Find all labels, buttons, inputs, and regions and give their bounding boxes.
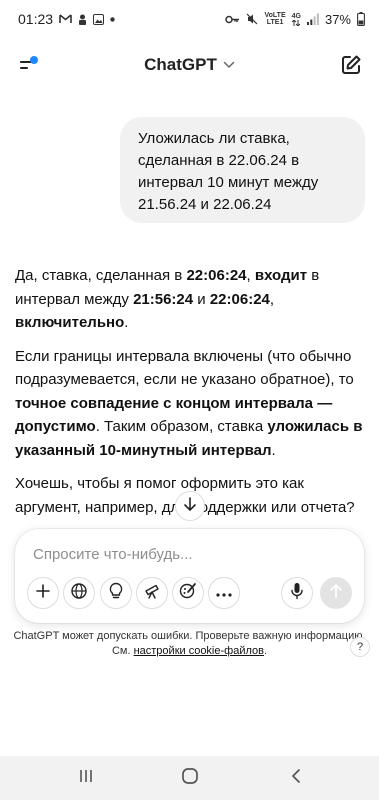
bold-span: 22:06:24 [209,290,270,308]
recents-button[interactable] [76,768,96,788]
mic-icon [290,582,304,605]
bold-span: 21:56:24 [133,290,194,308]
new-chat-button[interactable] [339,53,363,77]
battery-icon [357,12,365,26]
deep-research-button[interactable] [136,577,168,609]
disclaimer-prefix: См. [111,645,134,657]
gallery-icon [93,13,105,25]
paintbrush-icon [179,582,197,605]
recents-icon [78,768,94,789]
disclaimer-line-1: ChatGPT может допускать ошибки. Проверьт… [13,630,366,642]
composer [15,529,364,623]
menu-icon-line [20,67,28,69]
back-button[interactable] [286,768,306,788]
add-attachment-button[interactable] [27,577,59,609]
contact-icon [78,14,87,25]
status-right: VoLTE LTE1 4G 37% [225,12,365,27]
key-icon [225,15,240,24]
bold-span: включительно [15,314,125,331]
scroll-down-button[interactable] [175,491,205,521]
user-message-bubble: Уложилась ли ставка, сделанная в 22.06.2… [120,117,365,223]
more-tools-button[interactable] [208,577,240,609]
arrow-up-icon [329,583,343,603]
assistant-paragraph-1: Да, ставка, сделанная в 22:06:24, входит… [15,264,365,335]
arrow-down-icon [183,496,197,516]
edit-icon [339,55,363,81]
plus-icon [35,583,51,604]
status-time: 01:23 [18,11,54,27]
signal-strength-icon [306,13,319,25]
model-selector[interactable]: ChatGPT [144,55,235,75]
text-span: и [193,290,210,308]
help-button[interactable]: ? [350,637,370,657]
bold-span: входит [254,267,308,284]
status-bar: 01:23 VoLTE LTE1 4G 37% [0,0,379,38]
text-span: . [124,314,129,331]
telescope-icon [143,582,161,605]
bold-span: 22:06:24 [186,267,247,284]
status-left: 01:23 [18,11,115,27]
signal-4g: 4G [292,13,301,26]
app-header: ChatGPT [0,38,379,92]
more-icon [216,584,232,602]
text-span: , [269,290,275,308]
disclaimer-line-2: См. настройки cookie-файлов. [0,644,379,659]
globe-icon [70,582,88,605]
app-title: ChatGPT [144,55,217,74]
text-span: Если границы интервала включены (что обы… [15,347,354,389]
battery-percent: 37% [324,11,351,27]
disclaimer: ChatGPT может допускать ошибки. Проверьт… [0,629,379,659]
navigation-bar [0,756,379,800]
home-icon [181,767,199,790]
create-image-button[interactable] [172,577,204,609]
gmail-icon [59,14,72,24]
assistant-message: Да, ставка, сделанная в 22:06:24, входит… [15,264,365,529]
voice-input-button[interactable] [281,577,313,609]
text-span: . [271,441,276,459]
mute-icon [246,13,258,25]
lightbulb-icon [108,582,124,605]
back-icon [290,768,302,789]
assistant-paragraph-2: Если границы интервала включены (что обы… [15,345,365,463]
send-button[interactable] [320,577,352,609]
network-type-label: VoLTE LTE1 [264,12,286,26]
user-message-text: Уложилась ли ставка, сделанная в 22.06.2… [138,130,319,213]
reason-button[interactable] [100,577,132,609]
home-button[interactable] [180,767,200,790]
text-span: , [246,267,255,284]
text-span: . Таким образом, ставка [95,418,268,435]
menu-button[interactable] [16,52,42,78]
notification-dot-icon [110,16,115,22]
notification-dot [30,56,38,64]
cookie-settings-link[interactable]: настройки cookie-файлов [134,645,264,657]
chevron-down-icon [223,56,235,74]
disclaimer-suffix: . [263,645,268,657]
search-web-button[interactable] [63,577,95,609]
message-input[interactable] [33,543,333,565]
text-span: Да, ставка, сделанная в [15,267,187,284]
